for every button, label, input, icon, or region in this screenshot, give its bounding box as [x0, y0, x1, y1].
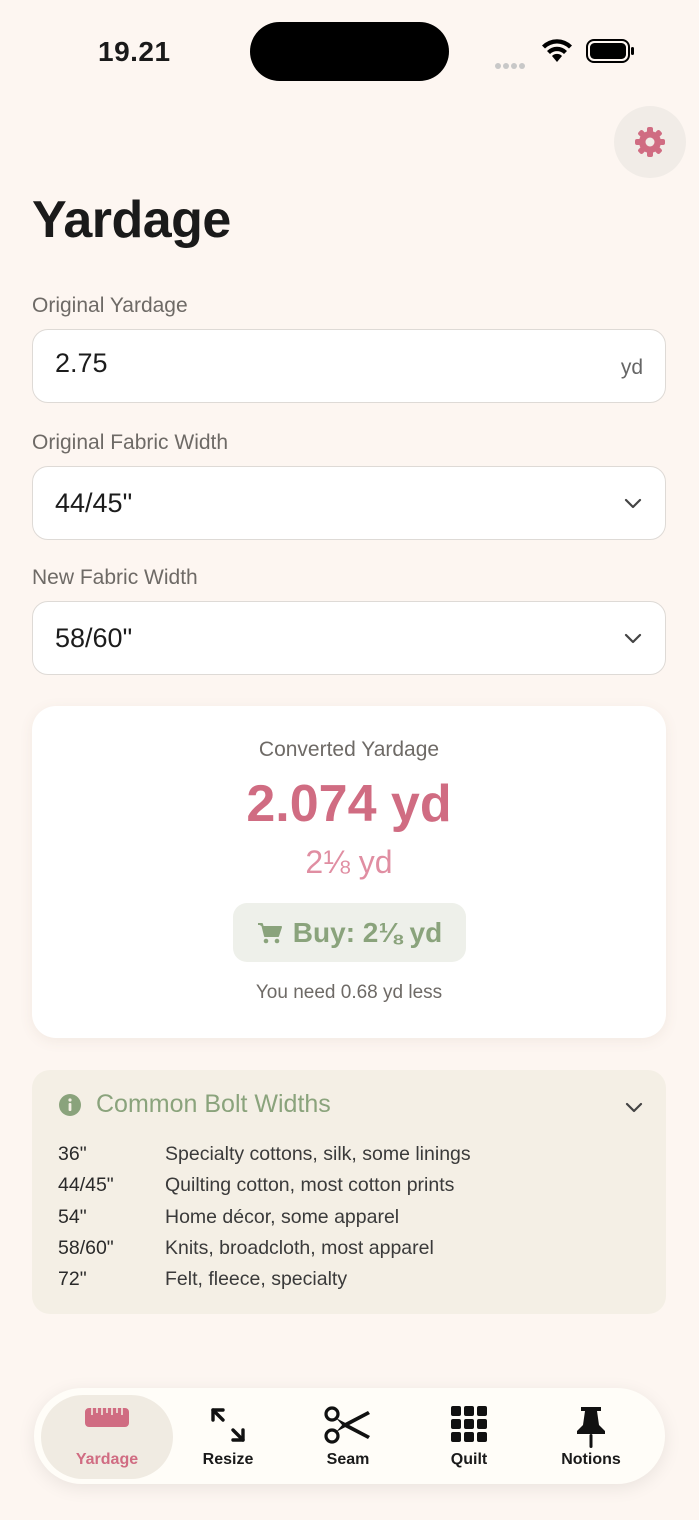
- gear-icon: [635, 127, 665, 157]
- original-width-value: 44/45": [55, 488, 133, 518]
- bolt-description: Home décor, some apparel: [165, 1206, 400, 1228]
- tab-label: Yardage: [75, 1451, 139, 1468]
- original-width-label: Original Fabric Width: [32, 431, 229, 454]
- settings-button[interactable]: [614, 106, 686, 178]
- bolt-description: Specialty cottons, silk, some linings: [165, 1143, 471, 1165]
- scissors-icon: [324, 1406, 370, 1444]
- tab-notions[interactable]: Notions: [525, 1395, 657, 1479]
- result-label: Converted Yardage: [258, 738, 440, 761]
- bolt-width: 54": [58, 1206, 87, 1228]
- buy-text: Buy: 2⅛ yd: [292, 916, 443, 948]
- chevron-down-icon: [624, 498, 642, 509]
- new-width-label: New Fabric Width: [32, 566, 198, 589]
- tab-seam[interactable]: Seam: [282, 1395, 414, 1479]
- tab-yardage[interactable]: Yardage: [41, 1395, 173, 1479]
- bolt-widths-header[interactable]: Common Bolt Widths: [58, 1090, 331, 1119]
- bolt-width: 36": [58, 1143, 87, 1165]
- info-icon: [59, 1093, 81, 1116]
- chevron-down-icon: [624, 633, 642, 644]
- bolt-description: Quilting cotton, most cotton prints: [165, 1174, 455, 1196]
- tab-label: Seam: [326, 1451, 370, 1468]
- wifi-icon: [542, 39, 572, 62]
- buy-amount-badge: Buy: 2⅛ yd: [233, 903, 466, 962]
- status-time: 19.21: [98, 36, 171, 67]
- new-width-value: 58/60": [55, 623, 133, 653]
- bolt-widths-title: Common Bolt Widths: [96, 1090, 331, 1118]
- result-fraction: 2⅛ yd: [305, 844, 393, 880]
- bolt-widths-panel: Common Bolt Widths 36" Specialty cottons…: [32, 1070, 666, 1314]
- ruler-icon: [85, 1408, 129, 1427]
- tab-resize[interactable]: Resize: [162, 1395, 294, 1479]
- original-yardage-field[interactable]: yd: [32, 329, 666, 403]
- status-bar: 19.21: [0, 0, 699, 100]
- dynamic-island: [250, 22, 449, 81]
- tab-label: Quilt: [450, 1451, 488, 1468]
- tab-label: Resize: [202, 1451, 254, 1468]
- page-title: Yardage: [32, 191, 231, 249]
- cellular-signal-icon: [495, 56, 527, 74]
- converted-yardage-card: Converted Yardage 2.074 yd 2⅛ yd Buy: 2⅛…: [32, 706, 666, 1038]
- bolt-description: Felt, fleece, specialty: [165, 1268, 348, 1290]
- resize-arrows-icon: [211, 1408, 245, 1442]
- pin-icon: [577, 1407, 605, 1448]
- original-yardage-label: Original Yardage: [32, 294, 188, 317]
- bolt-width: 58/60": [58, 1237, 114, 1259]
- new-width-select[interactable]: 58/60": [32, 601, 666, 675]
- original-width-select[interactable]: 44/45": [32, 466, 666, 540]
- cart-icon: [257, 922, 282, 943]
- result-note: You need 0.68 yd less: [255, 982, 443, 1003]
- grid-icon: [451, 1406, 487, 1442]
- yardage-unit: yd: [620, 356, 643, 379]
- tab-bar: Yardage Resize Seam Quilt Notions: [34, 1388, 665, 1484]
- bolt-description: Knits, broadcloth, most apparel: [165, 1237, 434, 1259]
- chevron-down-icon[interactable]: [624, 1097, 644, 1117]
- bolt-width: 72": [58, 1268, 87, 1290]
- original-yardage-input[interactable]: [55, 348, 595, 379]
- battery-icon: [586, 39, 634, 63]
- tab-quilt[interactable]: Quilt: [403, 1395, 535, 1479]
- bolt-width: 44/45": [58, 1174, 114, 1196]
- result-value: 2.074 yd: [246, 775, 452, 833]
- tab-label: Notions: [561, 1451, 621, 1468]
